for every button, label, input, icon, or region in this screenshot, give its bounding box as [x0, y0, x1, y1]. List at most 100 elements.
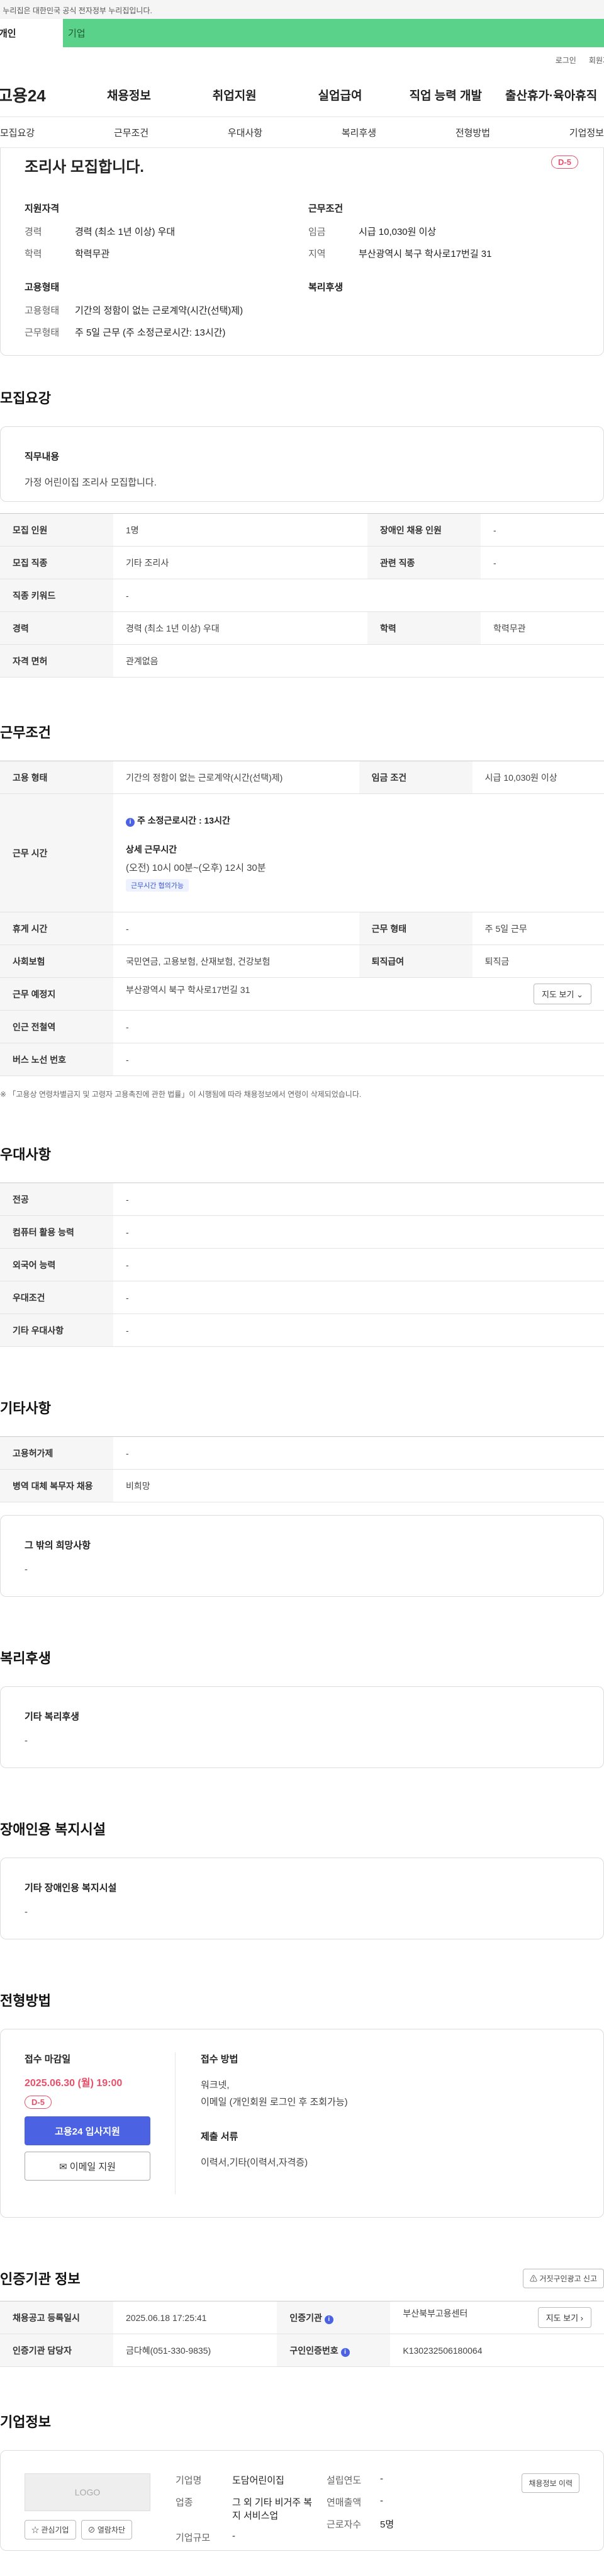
nav-employment-support[interactable]: 취업지원 [182, 86, 288, 103]
table-row: 고용 형태 기간의 정함이 없는 근로계약(시간(선택)제) 임금 조건 시급 10… [0, 761, 604, 794]
tab-pref[interactable]: 우대사항 [228, 126, 262, 139]
gov-notice: 이 누리집은 대한민국 공식 전자정부 누리집입니다. [0, 0, 604, 19]
duty-body: 가정 어린이집 조리사 모집합니다. [25, 477, 157, 488]
email-apply-button[interactable]: ✉ 이메일 지원 [25, 2152, 150, 2181]
recruit-section: 모집요강 직무내용 가정 어린이집 조리사 모집합니다. 모집 인원 1명 장애인… [0, 387, 604, 678]
section-heading: 전형방법 [0, 1993, 51, 2009]
tab-company[interactable]: 기업정보 [569, 126, 604, 139]
report-fake-ad-button[interactable]: ⚠ 거짓구인광고 신고 [522, 2268, 604, 2288]
work-title: 근무조건 [308, 203, 344, 214]
nav-leave[interactable]: 출산휴가·육아휴직 [498, 86, 604, 103]
cell-key: 고용 형태 [0, 761, 113, 794]
info-icon[interactable]: i [324, 2315, 333, 2324]
tab-company[interactable]: 기업 [63, 19, 604, 47]
summary-qualifications: 지원자격 경력 경력 (최소 1년 이상) 우대 학력 학력무관 [25, 201, 296, 269]
site-logo[interactable]: 고용24 [0, 83, 76, 106]
login-link[interactable]: 로그인 [556, 55, 576, 65]
cell-value: 기타 조리사 [113, 546, 367, 579]
cell-value: 퇴직금 [472, 945, 604, 978]
cell-key-text: 인증기관 [289, 2312, 322, 2323]
company-logo: LOGO [25, 2473, 150, 2511]
summary-employment: 고용형태 고용형태 기간의 정함이 없는 근로계약(시간(선택)제) 근무형태 주 … [25, 280, 296, 348]
deadline-title: 접수 마감일 [25, 2054, 71, 2065]
cert-map-button[interactable]: 지도 보기 › [537, 2307, 591, 2328]
cell-value: 1명 [113, 513, 367, 547]
cell-key: 근무 시간 [0, 793, 113, 912]
method-card: 접수 마감일 2025.06.30 (월) 19:00 D-5 고용24 입사지… [0, 2029, 604, 2218]
table-row: 채용공고 등록일시 2025.06.18 17:25:41 인증기관 i 부산북부… [0, 2301, 604, 2334]
kv-key: 고용형태 [25, 305, 60, 316]
cell-key: 구인인증번호 i [277, 2334, 391, 2367]
dday-badge: D-5 [25, 2096, 52, 2109]
nav-skills[interactable]: 직업 능력 개발 [393, 86, 498, 103]
cell-key: 인증기관 i [277, 2301, 391, 2334]
hiring-history-button[interactable]: 채용정보 이력 [522, 2473, 579, 2493]
tab-method[interactable]: 전형방법 [456, 126, 490, 139]
kv-row: 고용형태 기간의 정함이 없는 근로계약(시간(선택)제) [25, 304, 296, 317]
section-heading: 기업정보 [0, 2414, 51, 2430]
info-icon[interactable]: i [340, 2347, 350, 2357]
place-cell: 부산광역시 북구 학사로17번길 31 지도 보기 ⌄ [113, 977, 604, 1011]
tab-personal[interactable]: 개인 [0, 19, 63, 47]
negotiable-badge: 근무시간 협의가능 [126, 879, 189, 892]
kv-value: 학력무관 [75, 249, 110, 259]
info-icon[interactable]: i [126, 818, 135, 827]
cell-value: - [113, 1436, 604, 1470]
cell-value: - [113, 1281, 604, 1314]
nav-unemployment-benefit[interactable]: 실업급여 [288, 86, 393, 103]
table-row: 인근 전철역 - [0, 1010, 604, 1043]
table-row: 고용허가제 - [0, 1436, 604, 1470]
deadline-date: 2025.06.30 (월) 19:00 [25, 2078, 123, 2089]
apply-button[interactable]: 고용24 입사지원 [25, 2116, 150, 2145]
company-card: LOGO ☆ 관심기업 ⊘ 열람차단 기업명 도담어린이집 업종 그 외 기타 비거… [0, 2450, 604, 2551]
alert-icon: ⚠ [529, 2274, 537, 2283]
cell-value: - [113, 579, 604, 612]
kv-key: 근로자수 [327, 2519, 362, 2530]
tab-recruit[interactable]: 모집요강 [0, 126, 35, 139]
cell-value: - [113, 1183, 604, 1216]
company-info-col1: 기업명 도담어린이집 업종 그 외 기타 비거주 복지 서비스업 기업규모 - [176, 2473, 327, 2543]
cell-key: 퇴직급여 [359, 945, 473, 978]
cell-key: 장애인 채용 인원 [367, 513, 481, 547]
cell-value: - [113, 1248, 604, 1281]
block-view-button[interactable]: ⊘ 열람차단 [81, 2520, 133, 2539]
kv-row: 업종 그 외 기타 비거주 복지 서비스업 [176, 2495, 327, 2522]
cell-key: 병역 대체 복무자 채용 [0, 1469, 113, 1502]
welfare-card: 기타 복리후생 - [0, 1686, 604, 1768]
pref-section: 우대사항 전공 - 컴퓨터 활용 능력 - 외국어 능력 - 우대조건 - 기타 우대사… [0, 1143, 604, 1347]
tab-welfare[interactable]: 복리후생 [342, 126, 376, 139]
cell-value: 기간의 정함이 없는 근로계약(시간(선택)제) [113, 761, 359, 794]
cell-value: - [113, 912, 359, 945]
summary-work: 근무조건 임금 시급 10,030원 이상 지역 부산광역시 북구 학사로17번길 … [308, 201, 579, 269]
favorite-company-button[interactable]: ☆ 관심기업 [25, 2520, 76, 2539]
table-row: 직종 키워드 - [0, 579, 604, 612]
report-label: 거짓구인광고 신고 [539, 2274, 597, 2283]
map-button[interactable]: 지도 보기 ⌄ [534, 984, 591, 1004]
cell-key: 직종 키워드 [0, 579, 113, 612]
nav-jobs[interactable]: 채용정보 [76, 86, 182, 103]
cell-key: 컴퓨터 활용 능력 [0, 1215, 113, 1249]
cell-key: 고용허가제 [0, 1436, 113, 1470]
join-link[interactable]: 회원가입 [589, 55, 604, 65]
kv-key: 경력 [25, 227, 42, 237]
cell-value: 국민연금, 고용보험, 산재보험, 건강보험 [113, 945, 359, 978]
favorite-label: 관심기업 [41, 2526, 69, 2534]
cell-key: 우대조건 [0, 1281, 113, 1314]
dday-badge: D-5 [551, 156, 578, 169]
kv-key: 임금 [308, 227, 326, 237]
kv-key: 연매출액 [327, 2497, 362, 2508]
hours-detail-title: 상세 근무시간 [126, 844, 177, 854]
cell-key: 버스 노선 번호 [0, 1043, 113, 1076]
table-row: 컴퓨터 활용 능력 - [0, 1215, 604, 1249]
kv-key: 설립연도 [327, 2475, 362, 2486]
tab-work[interactable]: 근무조건 [114, 126, 148, 139]
section-heading: 복리후생 [0, 1650, 51, 1666]
kv-value: 5명 [380, 2519, 394, 2530]
map-button-label: 지도 보기 [542, 990, 574, 999]
table-row: 근무 예정지 부산광역시 북구 학사로17번길 31 지도 보기 ⌄ [0, 977, 604, 1011]
disabled-card: 기타 장애인용 복지시설 - [0, 1858, 604, 1939]
cell-key: 휴게 시간 [0, 912, 113, 945]
table-row: 사회보험 국민연금, 고용보험, 산재보험, 건강보험 퇴직급여 퇴직금 [0, 945, 604, 978]
cell-key: 채용공고 등록일시 [0, 2301, 113, 2334]
email-apply-label: 이메일 지원 [69, 2161, 116, 2172]
